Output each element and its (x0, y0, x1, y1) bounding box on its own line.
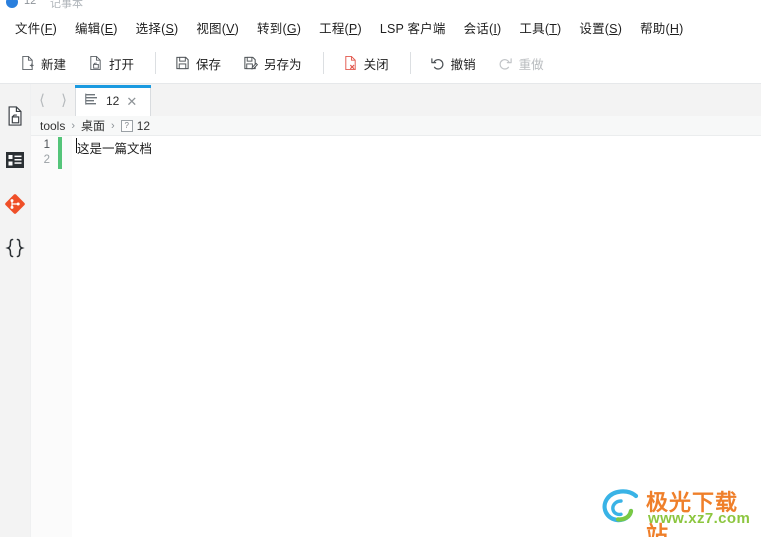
toolbar-separator-1 (155, 52, 157, 74)
tab-prev-button[interactable]: ⟨ (31, 84, 53, 116)
close-button-label: 关闭 (363, 57, 389, 72)
save-button[interactable]: 保存 (165, 50, 231, 77)
breadcrumb: tools › 桌面 › ? 12 (31, 116, 761, 136)
menu-item-project[interactable]: 工程(P) (310, 15, 371, 40)
undo-button-label: 撤销 (450, 57, 476, 72)
activity-bar (0, 84, 30, 537)
editor-line-1: 这是一篇文档 (77, 142, 153, 156)
floppy-save-icon (175, 55, 190, 71)
open-button-label: 打开 (109, 57, 135, 72)
menu-item-file[interactable]: 文件(F) (6, 15, 66, 40)
undo-button[interactable]: 撤销 (420, 50, 486, 77)
redo-button: 重做 (488, 50, 554, 77)
tab-strip: ⟨ ⟩ 12 ✕ (31, 84, 761, 116)
undo-arrow-icon (430, 55, 445, 71)
menu-bar: 文件(F) 编辑(E) 选择(S) 视图(V) 转到(G) 工程(P) LSP … (0, 11, 761, 43)
braces-icon (5, 237, 25, 264)
menu-item-tools[interactable]: 工具(T) (510, 15, 570, 40)
change-indicator (58, 137, 62, 169)
line-number-2: 2 (43, 154, 50, 166)
tab-label: 12 (106, 94, 120, 108)
unknown-file-icon: ? (120, 119, 133, 132)
menu-item-settings[interactable]: 设置(S) (570, 15, 631, 40)
menu-item-edit[interactable]: 编辑(E) (66, 15, 127, 40)
watermark: 极光下载站 www.xz7.com (600, 486, 758, 537)
watermark-url: www.xz7.com (648, 510, 751, 527)
tab-close-icon[interactable]: ✕ (126, 95, 137, 108)
activity-item-snippets[interactable] (0, 228, 30, 272)
redo-arrow-icon (498, 55, 513, 71)
save-as-button-label: 另存为 (264, 57, 302, 72)
menu-item-goto[interactable]: 转到(G) (248, 15, 310, 40)
chevron-right-icon: ⟩ (61, 92, 67, 109)
breadcrumb-item-desktop[interactable]: 桌面 (81, 117, 105, 134)
tab-next-button[interactable]: ⟩ (53, 84, 75, 116)
title-bar-fragment-left: 12 (24, 0, 37, 7)
menu-item-help[interactable]: 帮助(H) (631, 15, 692, 40)
editor-gutter: 1 2 (31, 136, 72, 537)
title-bar-fragment-right: 记事本 (50, 0, 83, 10)
close-file-icon (343, 55, 358, 71)
menu-item-view[interactable]: 视图(V) (187, 15, 248, 40)
save-as-button[interactable]: 另存为 (233, 50, 312, 77)
tab-active-indicator (75, 85, 151, 88)
floppy-pencil-icon (243, 55, 259, 71)
toolbar-separator-2 (322, 52, 324, 74)
redo-button-label: 重做 (518, 57, 544, 72)
activity-item-documents[interactable] (0, 96, 30, 140)
open-folder-icon (88, 55, 103, 71)
title-bar: 12 记事本 (0, 0, 761, 11)
text-lines-icon (85, 92, 99, 111)
git-diamond-icon (4, 193, 26, 220)
app-icon (6, 0, 18, 8)
menu-item-select[interactable]: 选择(S) (127, 15, 188, 40)
activity-item-outline[interactable] (0, 140, 30, 184)
new-button-label: 新建 (41, 57, 67, 72)
save-button-label: 保存 (196, 57, 222, 72)
editor-area[interactable]: 1 2 这是一篇文档 (31, 136, 761, 537)
kate-editor-window: 12 记事本 文件(F) 编辑(E) 选择(S) 视图(V) 转到(G) 工程(… (0, 0, 761, 537)
toolbar: 新建 打开 保存 另存为 关闭 撤销 重做 (0, 43, 761, 84)
open-button[interactable]: 打开 (78, 50, 144, 77)
toolbar-separator-3 (409, 52, 411, 74)
close-button[interactable]: 关闭 (333, 50, 399, 77)
tab-document-12[interactable]: 12 ✕ (75, 85, 151, 116)
activity-item-git[interactable] (0, 184, 30, 228)
line-number-1: 1 (43, 139, 50, 151)
new-button[interactable]: 新建 (10, 50, 76, 77)
menu-item-lsp[interactable]: LSP 客户端 (371, 15, 455, 40)
breadcrumb-separator-2: › (111, 119, 115, 132)
outline-list-icon (5, 150, 25, 175)
breadcrumb-separator-1: › (71, 119, 76, 132)
menu-item-session[interactable]: 会话(I) (455, 15, 511, 40)
chevron-left-icon: ⟨ (39, 92, 45, 109)
breadcrumb-item-file[interactable]: 12 (137, 119, 150, 133)
documents-icon (6, 105, 25, 131)
breadcrumb-item-tools[interactable]: tools (40, 119, 65, 133)
new-file-icon (20, 55, 35, 71)
